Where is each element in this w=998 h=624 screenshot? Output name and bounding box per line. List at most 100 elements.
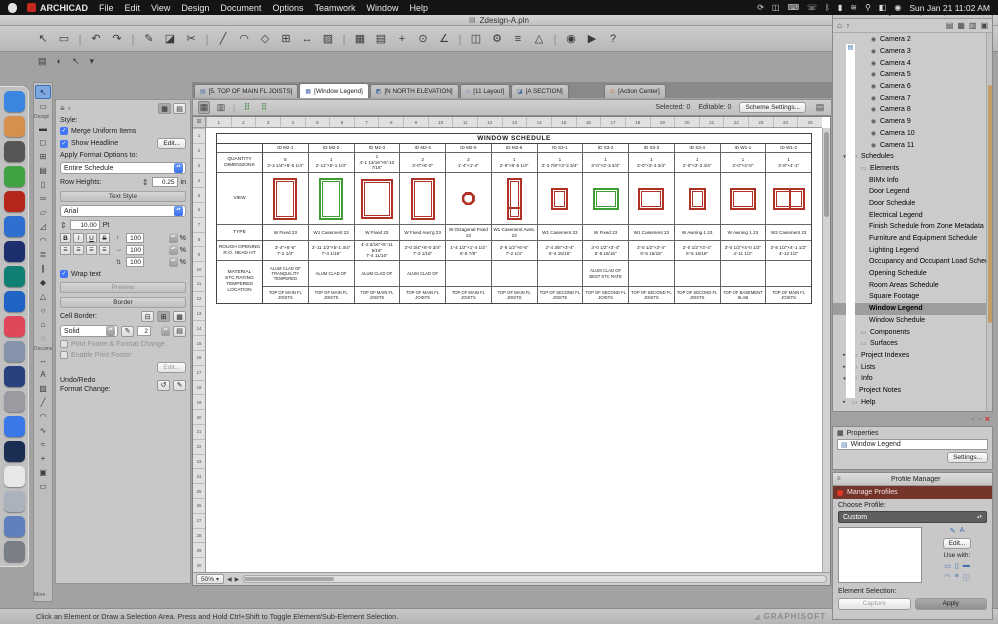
border-none-icon[interactable]: ⊟ — [141, 311, 154, 322]
show-headline-checkbox[interactable]: ✓ — [60, 139, 68, 148]
arc-tool-icon[interactable]: ◠ — [35, 409, 51, 423]
undo-format-icon[interactable]: ↺ — [157, 379, 170, 391]
schedule-settings-icon[interactable]: ▤ — [814, 102, 826, 113]
text-style-section[interactable]: Text Style — [60, 191, 186, 202]
navigator-scrollbar[interactable] — [986, 33, 992, 411]
layout-book-icon[interactable]: ▥ — [969, 21, 977, 30]
menu-item[interactable]: Window — [366, 3, 398, 13]
wall-icon[interactable]: ▭ — [944, 562, 951, 570]
footer-edit-button[interactable]: Edit... — [157, 362, 186, 373]
navigator-item[interactable]: ▸ Lists — [833, 361, 992, 373]
shell-icon[interactable]: ◠ — [944, 573, 950, 583]
dock-app-icon-6[interactable] — [3, 216, 25, 237]
properties-grid-icon[interactable]: ▦ — [837, 429, 844, 437]
navigator-item[interactable]: Camera 3 — [833, 46, 992, 58]
schedule-column[interactable]: ID W1-1 1 3'-0"×4'-0" W Awning 1 23 3'-0… — [720, 144, 767, 303]
scheme-settings-button[interactable]: Scheme Settings... — [739, 102, 806, 113]
align-right-icon[interactable]: ☰ — [86, 245, 97, 255]
menu-item[interactable]: File — [99, 3, 114, 13]
schedule-column[interactable]: ID M2-3 1 4'-1 13/16"×5'-10 7/16" W Fixe… — [354, 144, 401, 303]
dock-app-icon-17[interactable] — [3, 491, 25, 512]
schedule-column[interactable]: ID S3-3 1 3'-0"×3'-3 3/4" W1 Casement 23 — [629, 144, 675, 303]
dimension-tool-icon[interactable]: ↔ — [35, 353, 51, 367]
dock-app-icon-11[interactable] — [3, 341, 25, 362]
publish-icon[interactable]: ▶ — [585, 32, 599, 46]
align-left-icon[interactable]: ☰ — [60, 245, 71, 255]
navigator-item[interactable]: Electrical Legend — [833, 44, 992, 398]
disclosure-arrow-icon[interactable]: ▸ — [841, 399, 848, 405]
morph-tool-icon[interactable]: ◆ — [35, 275, 51, 289]
ruler-corner[interactable]: ⊞ — [193, 117, 206, 128]
font-size-field[interactable]: 10.00 — [69, 220, 100, 230]
row-display-icon[interactable]: ⠿ — [258, 102, 270, 113]
print-footer-checkbox[interactable] — [60, 340, 68, 348]
angle-icon[interactable]: ∠ — [437, 32, 451, 46]
separator[interactable]: | — [78, 32, 82, 46]
battery-icon[interactable]: ▮ — [838, 3, 842, 12]
navigator-item[interactable]: Camera 4 — [833, 57, 992, 69]
pointer-display-icon[interactable]: ↖ — [72, 56, 80, 67]
enable-print-footer-checkbox[interactable] — [60, 351, 68, 359]
font-dropdown[interactable]: Arial ▴▾ — [60, 205, 186, 217]
font-style-button[interactable]: I — [73, 233, 84, 243]
dock-music-icon[interactable] — [3, 316, 25, 337]
toolbox-section-design[interactable]: Design — [34, 113, 52, 121]
menu-item[interactable]: Help — [410, 3, 429, 13]
spacing-stepper-icon[interactable]: ▴▾ — [168, 245, 178, 255]
pen-icon[interactable]: ✎ — [121, 325, 134, 337]
schedule-column[interactable]: ID M2-2 1 2'-11"×5'-1 1/4" W1 Casement 2… — [308, 144, 355, 303]
separator[interactable]: | — [458, 32, 462, 46]
stair-tool-icon[interactable]: ≣ — [35, 247, 51, 261]
preview-section[interactable]: Preview — [60, 282, 186, 293]
navigator-item[interactable]: Camera 2 — [833, 34, 992, 46]
pen-set-icon[interactable]: ▤ — [374, 32, 388, 46]
line-tool-icon[interactable]: ╱ — [216, 32, 230, 46]
wrap-text-checkbox[interactable]: ✓ — [60, 270, 68, 278]
border-section[interactable]: Border — [60, 297, 186, 308]
close-palette-icon[interactable]: × — [985, 414, 990, 424]
font-style-button[interactable]: S — [99, 233, 110, 243]
redo-icon[interactable]: ↷ — [110, 32, 124, 46]
arrow-tool-icon[interactable]: ↖ — [36, 32, 50, 46]
marquee-tool-icon[interactable]: ▭ — [57, 32, 71, 46]
eraser-icon[interactable]: ◪ — [163, 32, 177, 46]
navigator-item[interactable]: Project Notes — [833, 44, 992, 398]
apple-menu-icon[interactable] — [8, 2, 17, 13]
publisher-icon[interactable]: ▣ — [980, 21, 988, 30]
beam-icon[interactable]: ▬ — [963, 562, 970, 570]
profile-manager-title-bar[interactable]: ≡ Profile Manager — [833, 473, 992, 486]
dock-app-icon-15[interactable] — [3, 441, 25, 462]
spacing-stepper-icon[interactable]: ▴▾ — [168, 257, 178, 267]
view-tab[interactable]: ▦ [Window Legend] — [299, 83, 369, 98]
border-horizontal-icon[interactable]: ⊞ — [157, 311, 170, 322]
gravity-icon[interactable]: ⊙ — [416, 32, 430, 46]
spotlight-icon[interactable]: ⚲ — [865, 3, 871, 12]
snap-icon[interactable]: + — [395, 32, 409, 46]
project-chooser-icon[interactable]: ⌂ — [837, 21, 842, 30]
navigator-item[interactable]: ▸ Surfaces — [833, 338, 992, 350]
border-all-icon[interactable]: ▦ — [173, 311, 186, 322]
navigator-item[interactable]: Camera 11 — [833, 139, 992, 151]
shell-tool-icon[interactable]: ◠ — [35, 233, 51, 247]
menu-item[interactable]: Options — [272, 3, 303, 13]
navigator-item[interactable]: Occupancy and Occupant Load Schedule — [833, 44, 992, 398]
vertical-scrollbar-thumb[interactable] — [824, 132, 829, 217]
sync-icon[interactable]: ⟳ — [757, 3, 764, 12]
separator[interactable]: | — [342, 32, 346, 46]
text-tool-icon[interactable]: A — [35, 367, 51, 381]
spacing-stepper-icon[interactable]: ▴▾ — [168, 233, 178, 243]
schedule-edit-view-icon[interactable]: ▥ — [215, 102, 227, 113]
window-tool-icon[interactable]: ⊞ — [35, 149, 51, 163]
column-display-icon[interactable]: ⠿ — [241, 102, 253, 113]
window-schedule-table[interactable]: WINDOW SCHEDULE QUANTITY DIMENSIONS VIEW T… — [216, 133, 812, 304]
project-map-icon[interactable]: ▤ — [946, 21, 954, 30]
schedule-column[interactable]: ID M2-4 2 3'-0"×6'-0" W Fixed Awn'g 23 3… — [400, 144, 446, 303]
spacing-field[interactable]: 100 — [126, 233, 144, 243]
scissors-icon[interactable]: ✂ — [184, 32, 198, 46]
schedule-column[interactable]: ID M2-1 5 3'-3 1/4"×6'-5 1/4" W Fixed 23 — [263, 144, 309, 303]
polyline-tool-icon[interactable]: ∿ — [35, 423, 51, 437]
3d-view-icon[interactable]: △ — [532, 32, 546, 46]
horizontal-scrollbar[interactable] — [242, 575, 827, 583]
up-icon[interactable]: ↑ — [846, 21, 850, 30]
profile-dropdown[interactable]: Custom ▴▾ — [838, 511, 987, 523]
